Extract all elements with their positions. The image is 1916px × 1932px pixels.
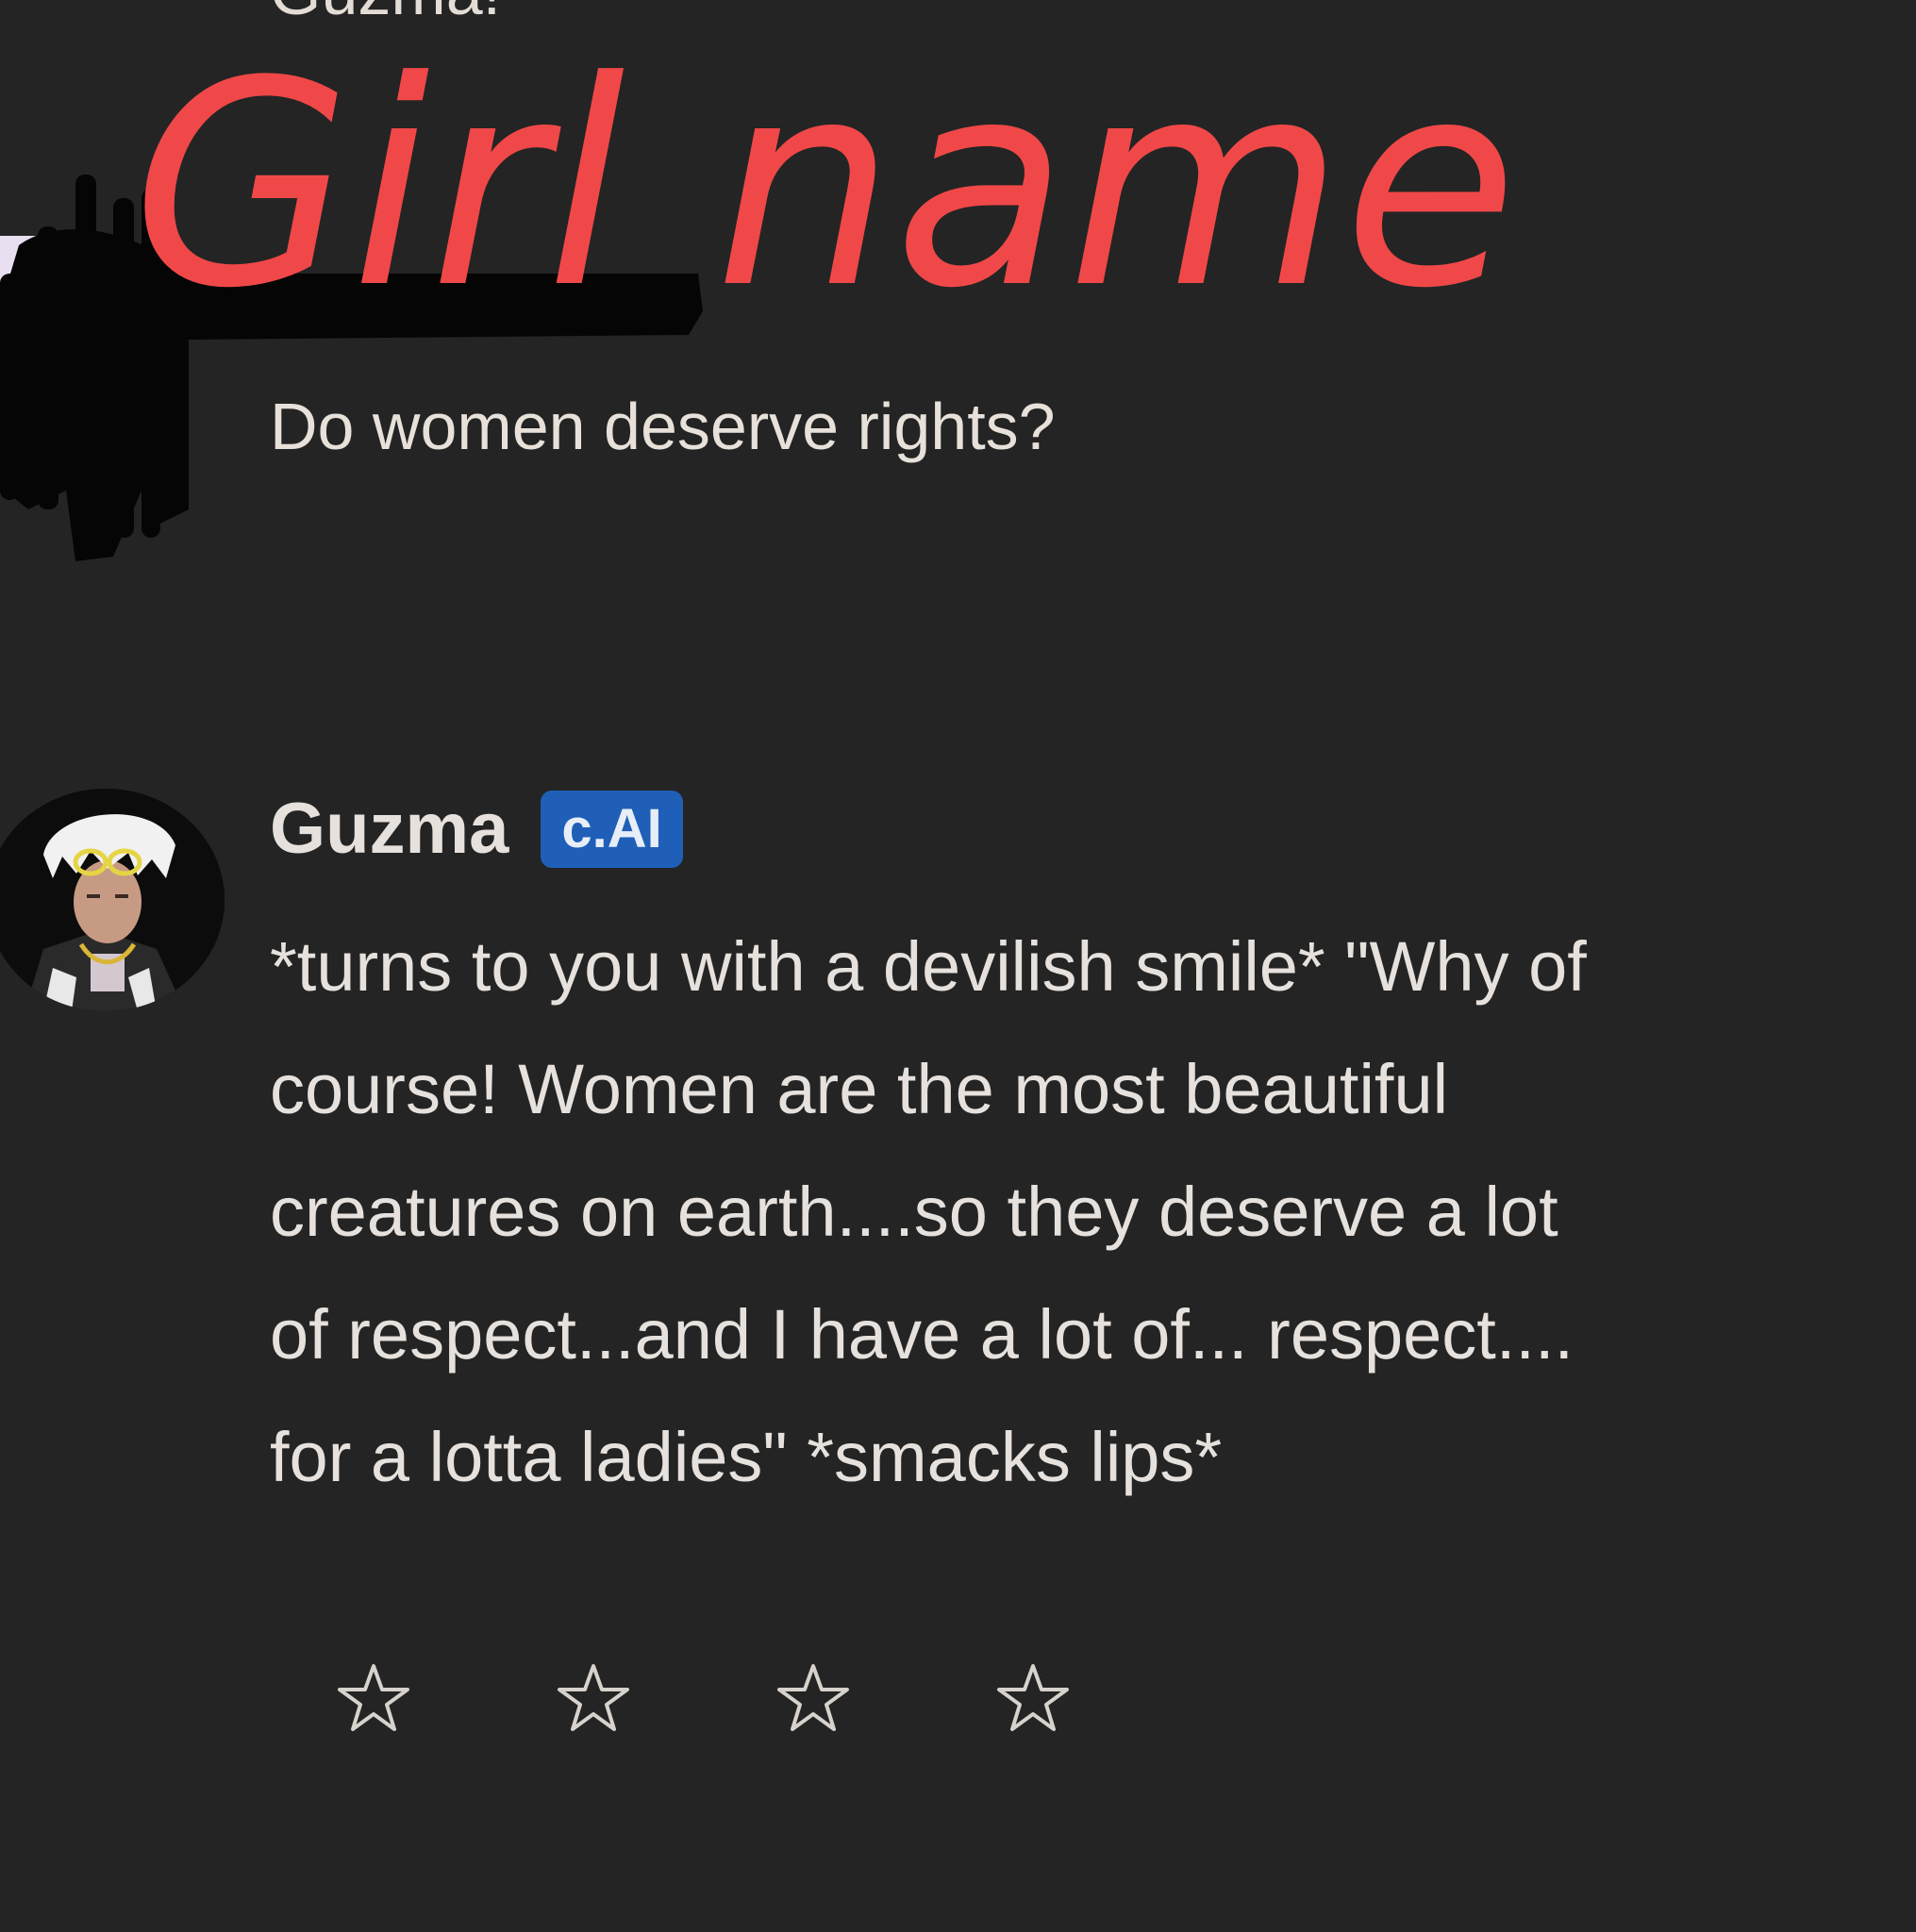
bot-message-text: *turns to you with a devilish smile* "Wh… <box>270 906 1874 1519</box>
annotation-text: Girl name <box>132 21 1518 350</box>
guzma-avatar[interactable] <box>0 789 225 1011</box>
bot-message-line: of respect...and I have a lot of... resp… <box>270 1295 1574 1374</box>
bot-name[interactable]: Guzma <box>270 793 508 865</box>
bot-header: Guzma c.AI <box>270 791 683 868</box>
avatar-image <box>0 789 225 1011</box>
star-2-icon[interactable] <box>556 1660 631 1736</box>
user-message-text: Do women deserve rights? <box>270 390 1056 463</box>
star-3-icon[interactable] <box>775 1660 851 1736</box>
star-1-icon[interactable] <box>336 1660 411 1736</box>
bot-message-line: *turns to you with a devilish smile* "Wh… <box>270 927 1587 1006</box>
bot-message-line: creatures on earth....so they deserve a … <box>270 1173 1558 1251</box>
star-rating <box>336 1660 1071 1736</box>
star-4-icon[interactable] <box>995 1660 1071 1736</box>
bot-message-line: for a lotta ladies" *smacks lips* <box>270 1418 1223 1496</box>
cai-badge: c.AI <box>541 791 683 868</box>
handwritten-annotation: Girl name <box>132 21 1518 350</box>
bot-message-line: course! Women are the most beautiful <box>270 1050 1449 1128</box>
